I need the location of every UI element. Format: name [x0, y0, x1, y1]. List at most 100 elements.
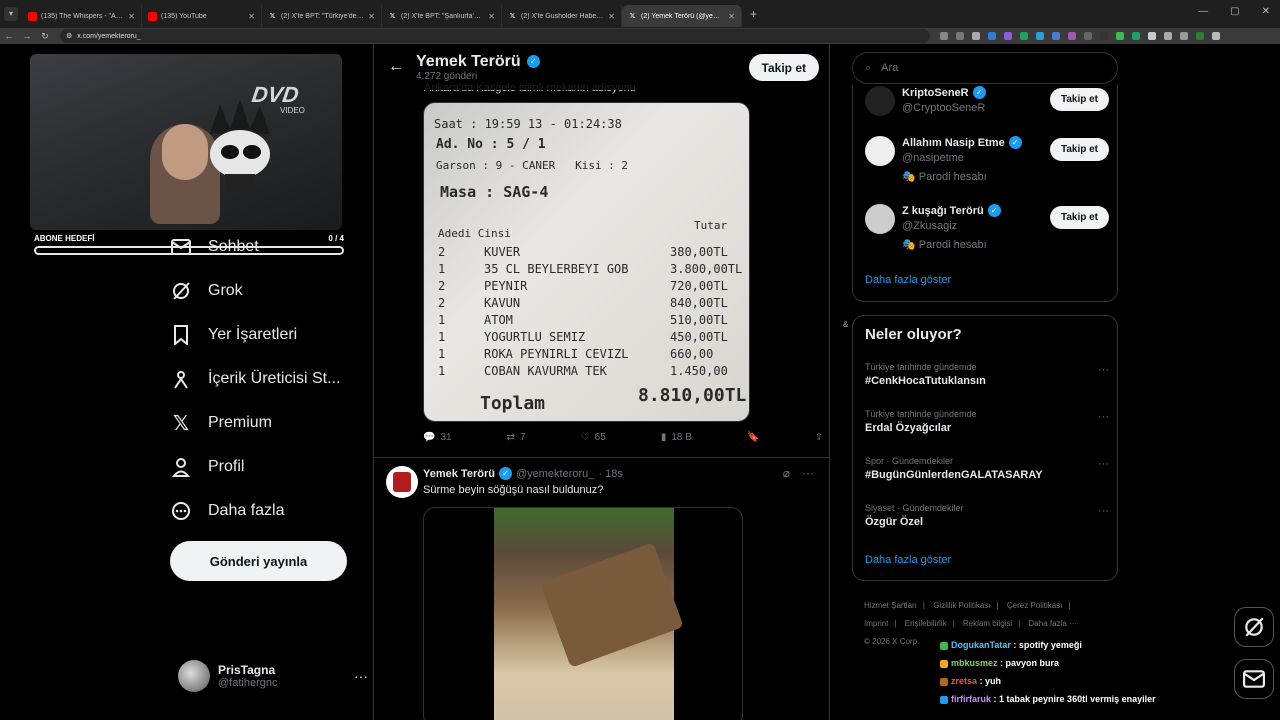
forward-icon[interactable]: →	[18, 31, 36, 41]
nav-label: İçerik Üreticisi St...	[208, 370, 341, 387]
browser-menu-icon[interactable]	[1212, 32, 1220, 40]
extension-icon[interactable]	[1084, 32, 1092, 40]
grok-icon[interactable]: ⌀	[783, 466, 790, 480]
footer-link[interactable]: Daha fazla ···	[1029, 619, 1077, 628]
extension-icon[interactable]	[1052, 32, 1060, 40]
browser-tab[interactable]: (135) YouTube ✕	[142, 5, 262, 27]
suggestion-item[interactable]: Allahım Nasip Etme ✓ @nasipetme 🎭 Parodi …	[865, 136, 1109, 183]
profile-avatar-icon[interactable]	[1196, 32, 1204, 40]
maximize-icon[interactable]: ▢	[1230, 6, 1239, 17]
reply-button[interactable]: 💬 31	[423, 432, 452, 443]
more-dots-icon[interactable]: ···	[802, 466, 814, 480]
extension-icon[interactable]	[1132, 32, 1140, 40]
show-more-link[interactable]: Daha fazla göster	[865, 274, 951, 286]
share-button[interactable]: ⇪	[815, 432, 823, 443]
search-input[interactable]: ⌕ Ara	[852, 52, 1118, 84]
footer-link[interactable]: Çerez Politikası	[1007, 601, 1063, 610]
trend-item[interactable]: Türkiye tarihinde gündemde #CenkHocaTutu…	[865, 362, 1109, 387]
receipt-total-label: Toplam	[480, 393, 546, 414]
bookmark-icon: 🔖	[747, 432, 760, 443]
browser-tab-active[interactable]: 𝕏(2) Yemek Terörü (@yemekteror✕	[622, 5, 742, 27]
repost-button[interactable]: ⇄ 7	[507, 432, 526, 443]
zoom-icon[interactable]	[940, 32, 948, 40]
star-icon[interactable]	[972, 32, 980, 40]
back-arrow-icon[interactable]: ←	[376, 58, 416, 76]
tweet-time[interactable]: · 18s	[598, 468, 622, 480]
close-window-icon[interactable]: ✕	[1262, 6, 1270, 17]
browser-tab[interactable]: (135) The Whispers - "And The✕	[22, 5, 142, 27]
extension-icon[interactable]	[1020, 32, 1028, 40]
show-more-link[interactable]: Daha fazla göster	[865, 554, 951, 566]
browser-tab[interactable]: 𝕏(2) X'te BPT: "Türkiye'de evli ol✕	[262, 5, 382, 27]
back-icon[interactable]: ←	[0, 31, 18, 41]
trend-item[interactable]: Siyaset · Gündemdekiler Özgür Özel ···	[865, 503, 1109, 528]
receipt-item-qty: 1	[438, 330, 446, 344]
new-tab-button[interactable]: +	[750, 7, 757, 21]
tweet-author-handle[interactable]: @yemekteroru_	[516, 468, 594, 480]
footer-link[interactable]: Hizmet Şartları	[864, 601, 917, 610]
more-dots-icon[interactable]: ···	[1098, 458, 1109, 470]
more-dots-icon[interactable]: ···	[1098, 505, 1109, 517]
close-tab-icon[interactable]: ✕	[728, 12, 735, 21]
nav-item-premium[interactable]: 𝕏 Premium	[170, 401, 340, 445]
close-tab-icon[interactable]: ✕	[248, 12, 255, 21]
tab-search-icon[interactable]: ▾	[4, 7, 18, 21]
tweet-author-name[interactable]: Yemek Terörü	[423, 468, 495, 480]
follow-button[interactable]: Takip et	[1049, 206, 1109, 229]
nav-item-bookmarks[interactable]: Yer İşaretleri	[170, 313, 340, 357]
trend-item[interactable]: Spor · Gündemdekiler #BugünGünlerdenGALA…	[865, 456, 1109, 481]
follow-button[interactable]: Takip et	[748, 54, 819, 81]
more-dots-icon[interactable]: ···	[354, 668, 368, 684]
extension-icon[interactable]	[988, 32, 996, 40]
footer-link[interactable]: Imprint	[864, 619, 888, 628]
minimize-icon[interactable]: —	[1198, 6, 1208, 17]
receipt-image[interactable]: Saat : 19:59 13 - 01:24:38 Ad. No : 5 / …	[423, 102, 750, 422]
trend-item[interactable]: Türkiye tarihinde gündemde Erdal Özyağcı…	[865, 409, 1109, 434]
main-nav: Sohbet Grok Yer İşaretleri İçerik Üretic…	[170, 225, 340, 533]
footer-link[interactable]: Gizlilik Politikası	[933, 601, 990, 610]
avatar[interactable]	[386, 466, 418, 498]
grok-floating-button[interactable]	[1234, 607, 1274, 647]
views-button[interactable]: ▮ 18 B	[661, 432, 692, 443]
extension-icon[interactable]	[1004, 32, 1012, 40]
footer-link[interactable]: Reklam bilgisi	[963, 619, 1012, 628]
url-field[interactable]: ⚙ x.com/yemekteroru_	[60, 29, 930, 43]
follow-button[interactable]: Takip et	[1049, 88, 1109, 111]
like-button[interactable]: ♡ 65	[581, 432, 606, 443]
reload-icon[interactable]: ↻	[36, 31, 54, 42]
more-dots-icon[interactable]: ···	[1098, 364, 1109, 376]
sidebar-icon[interactable]	[1180, 32, 1188, 40]
messages-floating-button[interactable]	[1234, 659, 1274, 699]
browser-tab[interactable]: 𝕏(2) X'te Gusholder Haber Bülte✕	[502, 5, 622, 27]
close-tab-icon[interactable]: ✕	[368, 12, 375, 21]
account-switcher[interactable]: PrisTagna @fatihergnc ···	[178, 656, 368, 696]
extensions-menu-icon[interactable]	[1164, 32, 1172, 40]
more-dots-icon[interactable]: ···	[1098, 411, 1109, 423]
post-button[interactable]: Gönderi yayınla	[170, 541, 347, 581]
nav-item-more[interactable]: Daha fazla	[170, 489, 340, 533]
cast-icon[interactable]	[956, 32, 964, 40]
nav-item-profile[interactable]: Profil	[170, 445, 340, 489]
extension-icon[interactable]	[1148, 32, 1156, 40]
tweet-media[interactable]	[423, 507, 743, 720]
browser-tab[interactable]: 𝕏(2) X'te BPT: "Şanlıurfa'da ihlal✕	[382, 5, 502, 27]
close-tab-icon[interactable]: ✕	[608, 12, 615, 21]
close-tab-icon[interactable]: ✕	[128, 12, 135, 21]
extension-icon[interactable]	[1068, 32, 1076, 40]
bookmark-button[interactable]: 🔖	[747, 432, 759, 443]
divider	[374, 457, 829, 458]
suggestion-item[interactable]: KriptoSeneR ✓ @CryptooSeneR Takip et	[865, 86, 1109, 130]
nav-item-creator-studio[interactable]: İçerik Üreticisi St...	[170, 357, 340, 401]
extension-icon[interactable]	[1036, 32, 1044, 40]
site-info-icon[interactable]: ⚙	[66, 32, 72, 40]
nav-label: Sohbet	[208, 238, 259, 255]
extension-icon[interactable]	[1100, 32, 1108, 40]
follow-button[interactable]: Takip et	[1049, 138, 1109, 161]
footer-link[interactable]: Erişilebilirlik	[905, 619, 947, 628]
nav-item-sohbet[interactable]: Sohbet	[170, 225, 340, 269]
suggestion-item[interactable]: Z kuşağı Terörü ✓ @Zkusagiz 🎭 Parodi hesa…	[865, 204, 1109, 251]
verified-badge-icon: ✓	[1008, 136, 1022, 149]
extension-icon[interactable]	[1116, 32, 1124, 40]
close-tab-icon[interactable]: ✕	[488, 12, 495, 21]
nav-item-grok[interactable]: Grok	[170, 269, 340, 313]
